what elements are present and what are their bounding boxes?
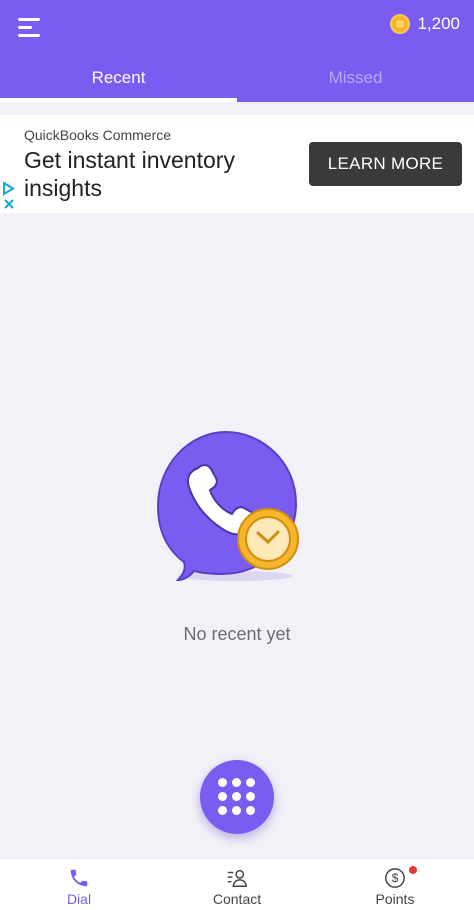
coin-icon: [390, 14, 411, 34]
svg-text:$: $: [392, 871, 399, 885]
nav-dial[interactable]: Dial: [0, 859, 158, 910]
coin-balance[interactable]: 1,200: [390, 14, 460, 34]
learn-more-button[interactable]: LEARN MORE: [309, 142, 462, 186]
bottom-navigation: Dial Contact $ Points: [0, 858, 474, 910]
nav-contact[interactable]: Contact: [158, 859, 316, 910]
menu-icon[interactable]: [18, 16, 44, 38]
nav-contact-label: Contact: [212, 891, 262, 907]
phone-icon: [70, 869, 88, 887]
dialpad-button[interactable]: [200, 760, 274, 834]
nav-points[interactable]: $ Points: [316, 859, 474, 910]
ad-banner[interactable]: QuickBooks Commerce Get instant inventor…: [0, 115, 474, 213]
app-header: 1,200 Recent Missed: [0, 0, 474, 102]
coin-balance-value: 1,200: [417, 14, 460, 33]
tab-recent[interactable]: Recent: [0, 58, 237, 102]
ad-choices-icon[interactable]: [2, 180, 16, 210]
notification-badge: [409, 866, 417, 874]
ad-advertiser: QuickBooks Commerce: [24, 127, 172, 143]
tab-bar: Recent Missed: [0, 58, 474, 102]
nav-dial-label: Dial: [66, 891, 92, 907]
empty-recent-illustration: [150, 424, 310, 588]
empty-state-message: No recent yet: [183, 624, 291, 644]
nav-points-label: Points: [375, 891, 415, 907]
ad-headline: Get instant inventory insights: [24, 147, 235, 201]
tab-missed[interactable]: Missed: [237, 58, 474, 102]
contact-icon: [227, 869, 247, 887]
dollar-icon: $: [385, 868, 405, 888]
